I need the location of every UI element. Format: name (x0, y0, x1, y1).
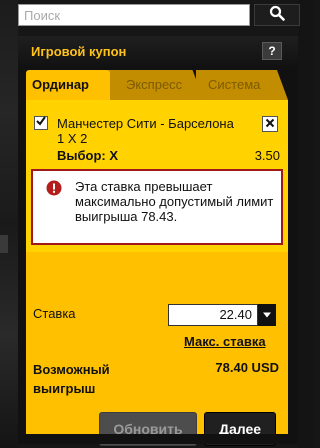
coupon-header: Игровой купон ? (18, 36, 298, 66)
bet-odds: 3.50 (254, 148, 280, 163)
tab-system[interactable]: Система (196, 70, 288, 100)
chevron-down-icon (262, 306, 272, 324)
bet-coupon-panel: Игровой купон ? Ординар Экспресс Система… (18, 36, 298, 446)
bet-choice: Выбор: X (57, 148, 119, 163)
search-button[interactable] (254, 4, 300, 26)
stake-dropdown-button[interactable] (258, 304, 276, 326)
bet-selection-area: Манчестер Сити - Барселона 1 X 2 Выбор: … (26, 100, 288, 252)
bet-market: 1 X 2 (57, 131, 88, 146)
stake-label: Ставка (33, 306, 76, 321)
coupon-footer (18, 434, 298, 444)
close-icon (265, 115, 275, 133)
max-stake-link[interactable]: Макс. ставка (184, 334, 266, 349)
tab-ordinar[interactable]: Ординар (26, 70, 110, 100)
bet-match-name: Манчестер Сити - Барселона (57, 116, 234, 131)
background-right-strip (298, 0, 314, 448)
possible-win-label: Возможный выигрыш (33, 362, 110, 396)
error-icon (46, 180, 62, 196)
stake-input[interactable]: 22.40 (168, 304, 258, 326)
search-icon (269, 5, 285, 26)
coupon-title: Игровой купон (31, 44, 127, 59)
background-left-strip (0, 0, 18, 448)
error-message-box: Эта ставка превышает максимально допусти… (31, 169, 283, 245)
help-button[interactable]: ? (262, 42, 282, 60)
bet-type-tabs: Ординар Экспресс Система (26, 70, 288, 100)
possible-win-value: 78.40 USD (215, 360, 279, 375)
bet-event: Манчестер Сити - Барселона 1 X 2 (57, 116, 257, 146)
search-input[interactable] (18, 4, 250, 26)
coupon-body: Манчестер Сити - Барселона 1 X 2 Выбор: … (26, 100, 288, 446)
tab-express[interactable]: Экспресс (108, 70, 204, 100)
error-message: Эта ставка превышает максимально допусти… (75, 179, 274, 224)
checkmark-icon (35, 114, 47, 132)
remove-bet-button[interactable] (262, 116, 278, 132)
bet-checkbox[interactable] (34, 116, 48, 130)
search-bar (18, 4, 300, 26)
